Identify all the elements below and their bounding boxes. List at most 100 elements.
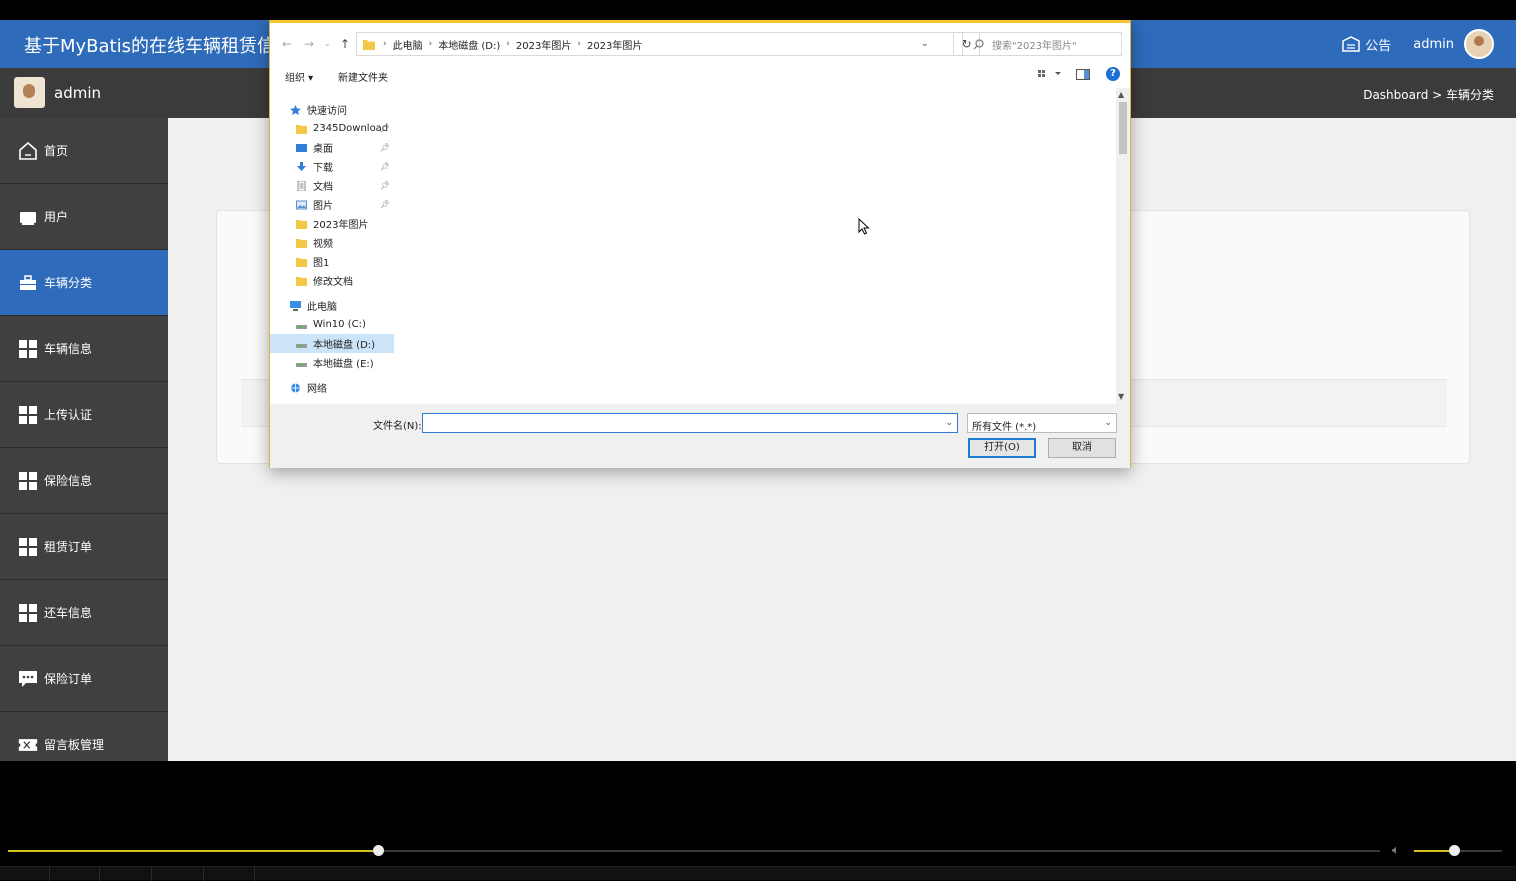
folder-icon: [296, 276, 307, 286]
sidebar-item-label: 保险信息: [44, 474, 93, 488]
path-segment[interactable]: 2023年图片: [587, 37, 642, 52]
user-card-icon: [18, 207, 38, 227]
volume-knob[interactable]: [1448, 845, 1460, 856]
tree-item[interactable]: 2023年图片: [270, 214, 394, 233]
avatar[interactable]: [1464, 29, 1494, 59]
chevron-right-icon: ›: [577, 39, 581, 49]
sidebar-item[interactable]: 租赁订单: [0, 514, 168, 580]
path-segment[interactable]: 2023年图片: [516, 37, 571, 52]
chevron-down-icon[interactable]: ⌄: [945, 418, 953, 428]
address-path[interactable]: › 此电脑 › 本地磁盘 (D:) › 2023年图片 › 2023年图片 ⌄: [356, 32, 954, 56]
sidebar-item[interactable]: 保险信息: [0, 448, 168, 514]
tree-item[interactable]: 本地磁盘 (D:): [270, 334, 394, 353]
help-icon[interactable]: ?: [1106, 67, 1120, 81]
network-icon: [290, 383, 301, 393]
organize-button[interactable]: 组织 ▾: [285, 69, 313, 84]
sidebar-item-label: 上传认证: [44, 408, 93, 422]
pin-icon: 📌︎: [379, 200, 390, 209]
video-player-bar: 🔈︎: [0, 838, 1516, 881]
document-icon: [296, 180, 307, 191]
drive-icon: [296, 358, 307, 368]
tree-item[interactable]: 修改文档: [270, 271, 394, 290]
tree-item-label: 图片: [313, 201, 333, 212]
folder-icon: [363, 39, 375, 50]
path-segment[interactable]: 此电脑: [393, 37, 423, 52]
sidebar-item[interactable]: 留言板管理: [0, 712, 168, 761]
grid-icon: [18, 471, 38, 491]
sidebar-item[interactable]: 上传认证: [0, 382, 168, 448]
recent-dropdown-icon[interactable]: ⌄: [324, 39, 331, 48]
tree-item[interactable]: 本地磁盘 (E:): [270, 353, 394, 372]
app-window: 基于MyBatis的在线车辆租赁信息 公告 admin admin Dashbo…: [0, 20, 1516, 761]
search-input[interactable]: 搜索"2023年图片": [962, 32, 1122, 56]
tree-item-label: 快速访问: [307, 106, 347, 117]
volume-slider[interactable]: [1414, 845, 1502, 856]
header-username[interactable]: admin: [1413, 37, 1454, 52]
sidebar-item-label: 车辆分类: [44, 276, 93, 290]
sidebar-item-label: 首页: [44, 144, 69, 158]
tree-item[interactable]: 图1: [270, 252, 394, 271]
sidebar-item[interactable]: 首页: [0, 118, 168, 184]
back-arrow-icon[interactable]: ←: [282, 37, 292, 51]
tree-item[interactable]: 2345Download 📌︎: [270, 119, 394, 138]
sidebar-username: admin: [54, 83, 101, 102]
tree-item[interactable]: Win10 (C:): [270, 315, 394, 334]
new-folder-button[interactable]: 新建文件夹: [338, 69, 388, 84]
scroll-down-icon[interactable]: ▼: [1118, 392, 1124, 401]
tree-item[interactable]: 网络: [270, 378, 394, 397]
notice-button[interactable]: 公告: [1342, 35, 1391, 54]
folder-icon: [296, 238, 307, 248]
chevron-right-icon: ›: [428, 39, 433, 49]
tree-item[interactable]: 此电脑: [270, 296, 394, 315]
mouse-cursor-icon: [858, 218, 870, 235]
dialog-title-bar[interactable]: [270, 20, 1130, 23]
grid-icon: [18, 603, 38, 623]
tree-item-label: 2023年图片: [313, 220, 369, 231]
chevron-down-icon[interactable]: ⌄: [921, 38, 929, 49]
open-button[interactable]: 打开(O): [968, 438, 1036, 458]
forward-arrow-icon[interactable]: →: [304, 37, 314, 51]
tree-item[interactable]: 图片 📌︎: [270, 195, 394, 214]
preview-pane-icon[interactable]: [1076, 68, 1090, 80]
sidebar-item-label: 保险订单: [44, 672, 93, 686]
filename-input[interactable]: ⌄: [422, 413, 958, 433]
progress-knob[interactable]: [373, 845, 385, 856]
filetype-select[interactable]: 所有文件 (*.*) ⌄: [967, 413, 1117, 433]
tree-item[interactable]: 文档 📌︎: [270, 176, 394, 195]
tree-item[interactable]: 视频: [270, 233, 394, 252]
vertical-scrollbar[interactable]: ▲ ▼: [1116, 88, 1130, 404]
sidebar-item[interactable]: 车辆分类: [0, 250, 168, 316]
grid-icon: [18, 537, 38, 557]
sidebar-item-label: 还车信息: [44, 606, 93, 620]
playback-progress-slider[interactable]: [8, 845, 1380, 856]
up-arrow-icon[interactable]: ↑: [340, 37, 350, 51]
folder-icon: [296, 257, 307, 267]
sidebar-user: admin: [14, 77, 101, 108]
navigation-tree: 快速访问 2345Download 📌︎ 桌面 📌︎ 下载 📌︎ 文档 📌︎ 图片 📌︎ 2023年图…: [270, 98, 396, 404]
chevron-down-icon: ⌄: [1104, 418, 1112, 428]
tree-item[interactable]: 下载 📌︎: [270, 157, 394, 176]
tree-item[interactable]: 桌面 📌︎: [270, 138, 394, 157]
drive-icon: [296, 339, 307, 349]
pin-icon: 📌︎: [379, 181, 390, 190]
desktop-icon: [296, 143, 307, 153]
pictures-icon: [296, 200, 307, 210]
notice-icon: [1342, 36, 1360, 52]
grid-icon: [18, 405, 38, 425]
tree-item[interactable]: 快速访问: [270, 100, 394, 119]
path-segment[interactable]: 本地磁盘 (D:): [438, 37, 500, 52]
sidebar: 首页用户车辆分类车辆信息上传认证保险信息租赁订单还车信息保险订单留言板管理: [0, 118, 168, 761]
home-icon: [18, 141, 38, 161]
view-options-icon[interactable]: [1038, 69, 1062, 79]
folder-icon: [296, 219, 307, 229]
volume-speaker-icon[interactable]: 🔈︎: [1392, 843, 1400, 858]
grid-icon: [18, 339, 38, 359]
sidebar-item[interactable]: 用户: [0, 184, 168, 250]
sidebar-item[interactable]: 车辆信息: [0, 316, 168, 382]
progress-fill: [8, 850, 379, 852]
sidebar-item[interactable]: 保险订单: [0, 646, 168, 712]
scroll-up-icon[interactable]: ▲: [1118, 90, 1124, 99]
scroll-thumb[interactable]: [1119, 102, 1127, 154]
cancel-button[interactable]: 取消: [1048, 438, 1116, 458]
sidebar-item[interactable]: 还车信息: [0, 580, 168, 646]
